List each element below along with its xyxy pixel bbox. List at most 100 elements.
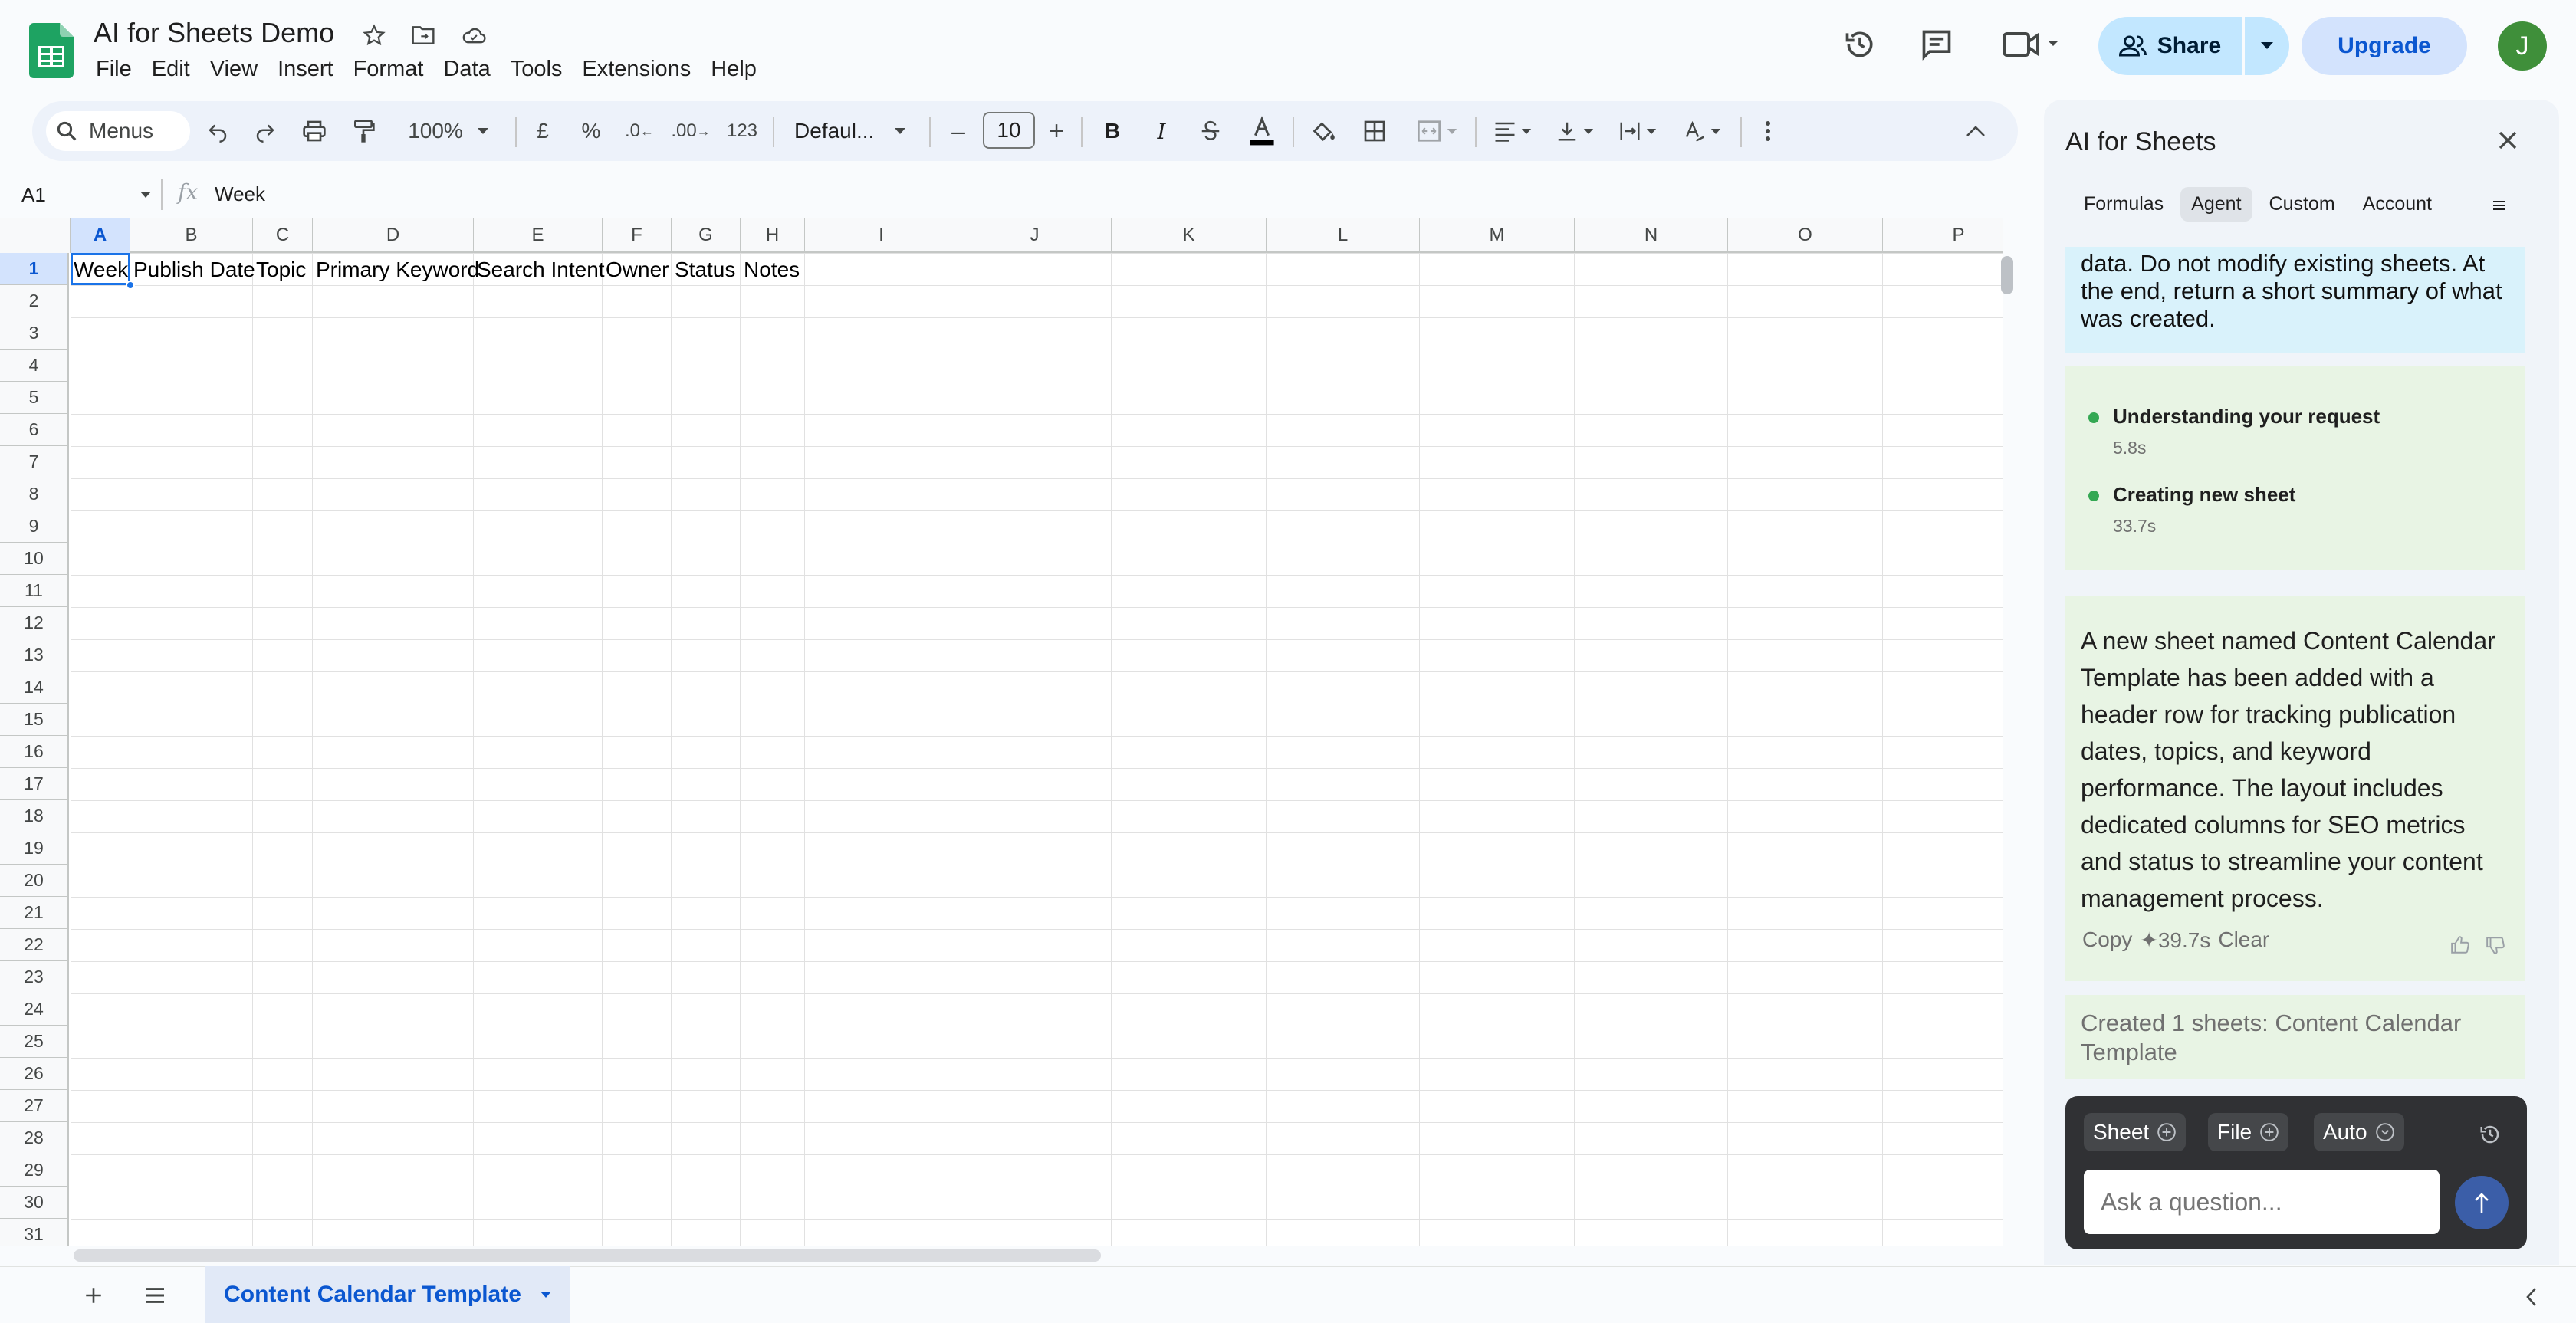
column-header-n[interactable]: N: [1575, 218, 1728, 253]
print-icon[interactable]: [294, 111, 334, 151]
collapse-toolbar-icon[interactable]: [1955, 111, 1996, 151]
row-header[interactable]: 2: [0, 285, 69, 317]
row-header[interactable]: 11: [0, 575, 69, 607]
meet-camera-icon[interactable]: [1993, 17, 2070, 72]
menu-insert[interactable]: Insert: [268, 54, 343, 85]
column-header-e[interactable]: E: [474, 218, 603, 253]
move-to-folder-icon[interactable]: [408, 20, 439, 51]
row-header[interactable]: 30: [0, 1187, 69, 1219]
fill-color-icon[interactable]: [1303, 111, 1345, 151]
row-header[interactable]: 31: [0, 1219, 69, 1246]
name-box[interactable]: A1: [21, 178, 152, 212]
row-header[interactable]: 9: [0, 510, 69, 543]
star-icon[interactable]: [359, 20, 389, 51]
column-header-g[interactable]: G: [672, 218, 741, 253]
row-header[interactable]: 15: [0, 704, 69, 736]
send-button[interactable]: [2455, 1176, 2509, 1229]
row-header[interactable]: 16: [0, 736, 69, 768]
tab-account[interactable]: Account: [2352, 187, 2443, 222]
header-cell[interactable]: Primary Keyword: [313, 254, 479, 285]
column-header-o[interactable]: O: [1728, 218, 1883, 253]
share-dropdown-button[interactable]: [2245, 17, 2289, 75]
document-title[interactable]: AI for Sheets Demo: [94, 17, 334, 49]
column-header-i[interactable]: I: [805, 218, 958, 253]
upgrade-button[interactable]: Upgrade: [2302, 17, 2467, 75]
row-header[interactable]: 4: [0, 350, 69, 382]
row-header[interactable]: 19: [0, 832, 69, 865]
row-header[interactable]: 23: [0, 961, 69, 993]
font-size-input[interactable]: 10: [983, 112, 1035, 149]
row-header[interactable]: 25: [0, 1026, 69, 1058]
tab-custom[interactable]: Custom: [2259, 187, 2346, 222]
column-header-b[interactable]: B: [130, 218, 253, 253]
row-header[interactable]: 24: [0, 993, 69, 1026]
column-header-k[interactable]: K: [1112, 218, 1267, 253]
version-history-icon[interactable]: [1832, 17, 1888, 72]
column-header-h[interactable]: H: [741, 218, 805, 253]
increase-decimal-button[interactable]: .00 →: [669, 111, 713, 151]
decrease-font-size-button[interactable]: –: [941, 111, 975, 151]
column-header-m[interactable]: M: [1420, 218, 1575, 253]
more-options-icon[interactable]: [1750, 111, 1786, 151]
column-header-c[interactable]: C: [253, 218, 313, 253]
undo-icon[interactable]: [198, 111, 238, 151]
row-header[interactable]: 17: [0, 768, 69, 800]
clear-button[interactable]: Clear: [2218, 927, 2269, 953]
row-header[interactable]: 14: [0, 671, 69, 704]
percent-format-button[interactable]: %: [573, 111, 609, 151]
menu-tools[interactable]: Tools: [501, 54, 573, 85]
tab-agent[interactable]: Agent: [2180, 187, 2252, 222]
thumbs-down-icon[interactable]: [2482, 932, 2509, 958]
vertical-scrollbar[interactable]: [2001, 256, 2013, 294]
column-header-l[interactable]: L: [1267, 218, 1420, 253]
currency-format-button[interactable]: £: [527, 111, 558, 151]
add-sheet-icon[interactable]: [77, 1279, 110, 1312]
row-header[interactable]: 27: [0, 1090, 69, 1122]
menu-edit[interactable]: Edit: [142, 54, 200, 85]
column-header-d[interactable]: D: [313, 218, 474, 253]
column-header-p[interactable]: P: [1883, 218, 2003, 253]
share-button[interactable]: Share: [2098, 17, 2242, 75]
header-cell[interactable]: Week: [71, 254, 128, 285]
row-header[interactable]: 21: [0, 897, 69, 929]
close-icon[interactable]: [2490, 123, 2525, 158]
bold-button[interactable]: B: [1095, 111, 1130, 151]
row-header[interactable]: 3: [0, 317, 69, 350]
increase-font-size-button[interactable]: +: [1040, 111, 1073, 151]
sheets-logo-icon[interactable]: [29, 23, 74, 78]
row-header[interactable]: 6: [0, 414, 69, 446]
header-cell[interactable]: Notes: [741, 254, 800, 285]
row-header[interactable]: 20: [0, 865, 69, 897]
row-header[interactable]: 5: [0, 382, 69, 414]
row-header[interactable]: 29: [0, 1154, 69, 1187]
header-cell[interactable]: Search Intent: [474, 254, 605, 285]
row-header[interactable]: 26: [0, 1058, 69, 1090]
row-header[interactable]: 22: [0, 929, 69, 961]
decrease-decimal-button[interactable]: .0 ←: [619, 111, 659, 151]
italic-button[interactable]: I: [1144, 111, 1179, 151]
borders-icon[interactable]: [1354, 111, 1395, 151]
row-header[interactable]: 12: [0, 607, 69, 639]
vertical-align-icon[interactable]: [1547, 111, 1602, 151]
chat-history-icon[interactable]: [2475, 1119, 2505, 1150]
zoom-select[interactable]: 100%: [399, 111, 498, 151]
row-header[interactable]: 7: [0, 446, 69, 478]
number-format-button[interactable]: 123: [721, 111, 764, 151]
row-header[interactable]: 1: [0, 253, 69, 285]
row-header[interactable]: 13: [0, 639, 69, 671]
row-header[interactable]: 10: [0, 543, 69, 575]
menu-data[interactable]: Data: [433, 54, 500, 85]
header-cell[interactable]: Topic: [253, 254, 306, 285]
menus-search[interactable]: Menus: [46, 111, 190, 151]
row-header[interactable]: 8: [0, 478, 69, 510]
column-header-a[interactable]: A: [71, 218, 130, 253]
redo-icon[interactable]: [245, 111, 285, 151]
row-header[interactable]: 28: [0, 1122, 69, 1154]
ask-question-input[interactable]: Ask a question...: [2084, 1170, 2440, 1234]
select-all-corner[interactable]: [0, 218, 71, 253]
column-header-f[interactable]: F: [603, 218, 672, 253]
formula-input[interactable]: Week: [215, 182, 265, 206]
header-cell[interactable]: Owner: [603, 254, 669, 285]
menu-format[interactable]: Format: [343, 54, 434, 85]
cloud-status-icon[interactable]: [458, 20, 489, 51]
